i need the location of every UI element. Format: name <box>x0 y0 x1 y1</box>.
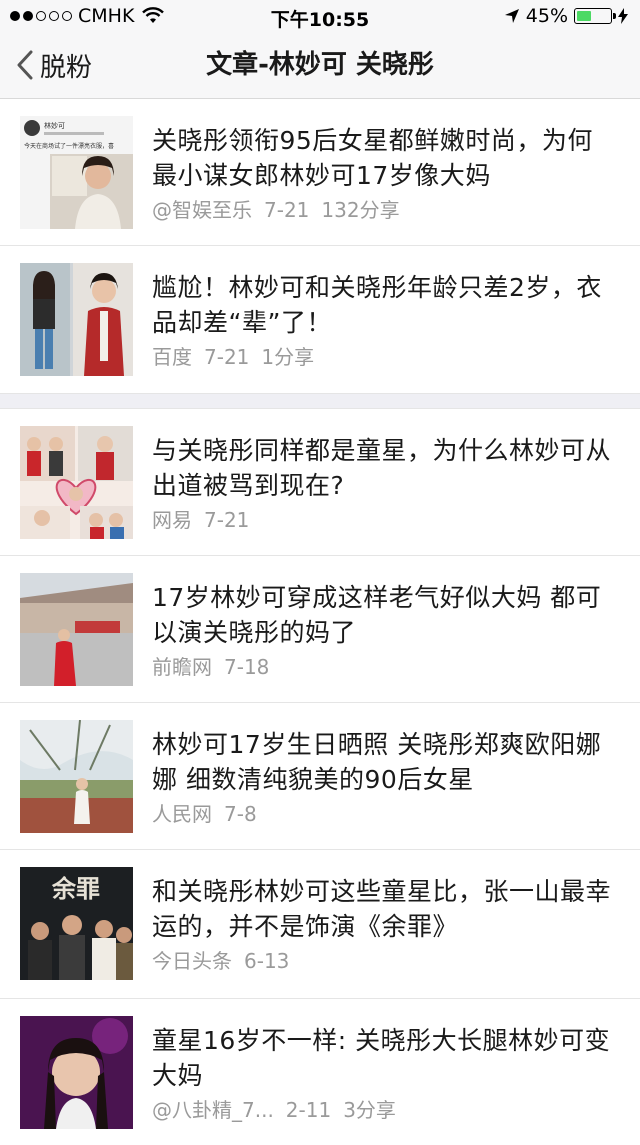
article-meta: 今日头条 6-13 <box>152 945 289 974</box>
article-thumbnail <box>20 263 133 376</box>
article-meta: @八卦精_7... 2-11 3分享 <box>152 1094 396 1123</box>
article-thumbnail: 林妙可 今天在商场试了一件漂亮衣服，喜 <box>20 116 133 229</box>
article-meta: 前瞻网 7-18 <box>152 651 269 680</box>
location-arrow-icon <box>504 9 519 23</box>
status-bar: CMHK 下午10:55 45% <box>0 0 640 32</box>
article-meta: 网易 7-21 <box>152 504 249 533</box>
article-thumbnail <box>20 720 133 833</box>
article-shares: 3分享 <box>343 1098 396 1122</box>
battery-level-fill <box>577 11 591 21</box>
article-meta: @智娱至乐 7-21 132分享 <box>152 194 400 223</box>
article-source: 今日头条 <box>152 949 232 973</box>
article-item[interactable]: 17岁林妙可穿成这样老气好似大妈 都可以演关晓彤的妈了 前瞻网 7-18 <box>0 556 640 703</box>
article-date: 7-21 <box>204 508 250 532</box>
article-item[interactable]: 林妙可17岁生日晒照 关晓彤郑爽欧阳娜娜 细数清纯貌美的90后女星 人民网 7-8 <box>0 703 640 850</box>
article-title: 林妙可17岁生日晒照 关晓彤郑爽欧阳娜娜 细数清纯貌美的90后女星 <box>152 730 602 794</box>
article-title: 和关晓彤林妙可这些童星比，张一山最幸运的，并不是饰演《余罪》 <box>152 877 612 941</box>
article-thumbnail <box>20 426 133 539</box>
article-date: 7-21 <box>264 198 310 222</box>
article-title: 与关晓彤同样都是童星，为什么林妙可从出道被骂到现在? <box>152 436 612 500</box>
article-meta: 百度 7-21 1分享 <box>152 341 314 370</box>
battery-percent: 45% <box>525 5 568 27</box>
article-shares: 1分享 <box>261 345 315 369</box>
article-list: 林妙可 今天在商场试了一件漂亮衣服，喜 关晓彤领衔95后女星都鲜嫩时尚，为何最小… <box>0 99 640 1145</box>
article-source: @智娱至乐 <box>152 198 252 222</box>
battery-icon <box>574 8 616 24</box>
article-shares: 132分享 <box>321 198 400 222</box>
article-date: 7-21 <box>204 345 250 369</box>
article-item[interactable]: 童星16岁不一样: 关晓彤大长腿林妙可变大妈 @八卦精_7... 2-11 3分享 <box>0 999 640 1145</box>
article-thumbnail: 余罪 <box>20 867 133 980</box>
article-title: 关晓彤领衔95后女星都鲜嫩时尚，为何最小谋女郎林妙可17岁像大妈 <box>152 126 593 190</box>
thumb-caption-name: 林妙可 <box>44 121 65 130</box>
article-item[interactable]: 林妙可 今天在商场试了一件漂亮衣服，喜 关晓彤领衔95后女星都鲜嫩时尚，为何最小… <box>0 99 640 246</box>
article-source: 前瞻网 <box>152 655 212 679</box>
charging-bolt-icon <box>618 8 628 24</box>
section-divider <box>0 394 640 409</box>
article-item[interactable]: 余罪 和关晓彤林妙可这些童星比，张一山最幸运的，并不是饰演《余罪》 今日头条 6-… <box>0 850 640 999</box>
article-title: 尴尬！林妙可和关晓彤年龄只差2岁，衣品却差“辈”了！ <box>152 273 602 337</box>
article-source: @八卦精_7... <box>152 1098 274 1122</box>
article-source: 人民网 <box>152 802 212 826</box>
article-meta: 人民网 7-8 <box>152 798 257 827</box>
article-title: 童星16岁不一样: 关晓彤大长腿林妙可变大妈 <box>152 1026 611 1090</box>
thumb-caption-text: 今天在商场试了一件漂亮衣服，喜 <box>24 142 114 150</box>
article-date: 7-18 <box>224 655 270 679</box>
article-source: 百度 <box>152 345 192 369</box>
article-date: 2-11 <box>285 1098 332 1122</box>
article-item[interactable]: 与关晓彤同样都是童星，为什么林妙可从出道被骂到现在? 网易 7-21 <box>0 409 640 556</box>
article-title: 17岁林妙可穿成这样老气好似大妈 都可以演关晓彤的妈了 <box>152 583 602 647</box>
article-date: 6-13 <box>244 949 290 973</box>
article-item[interactable]: 尴尬！林妙可和关晓彤年龄只差2岁，衣品却差“辈”了！ 百度 7-21 1分享 <box>0 246 640 394</box>
article-thumbnail <box>20 573 133 686</box>
thumb-title-text: 余罪 <box>51 874 100 903</box>
article-source: 网易 <box>152 508 192 532</box>
article-date: 7-8 <box>224 802 257 826</box>
navigation-bar: 脱粉 文章-林妙可 关晓彤 <box>0 32 640 99</box>
page-title: 文章-林妙可 关晓彤 <box>206 50 434 80</box>
article-thumbnail <box>20 1016 133 1129</box>
